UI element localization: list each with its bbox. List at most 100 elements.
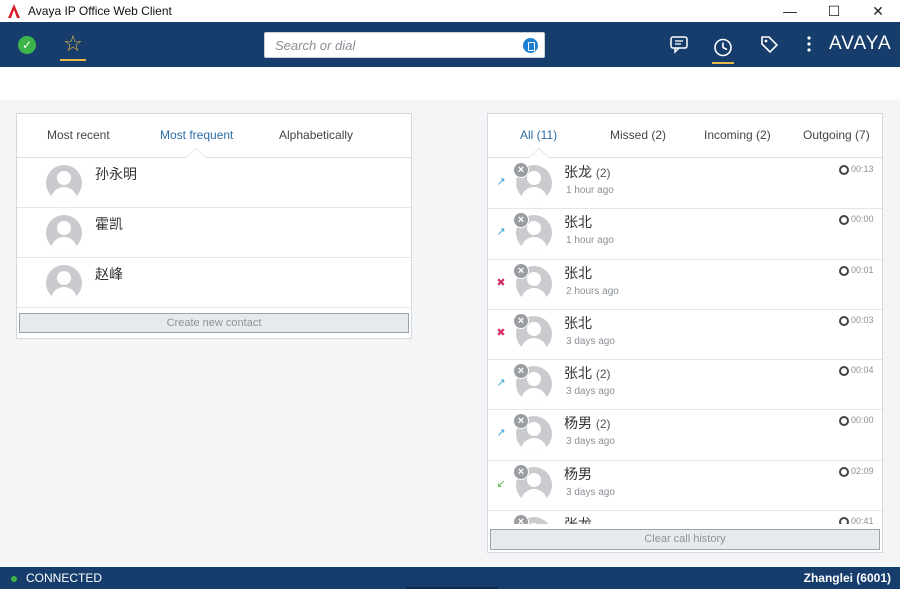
remove-icon[interactable]: × [513,514,529,524]
remove-icon[interactable]: × [513,262,529,279]
call-history-panel: All (11) Missed (2) Incoming (2) Outgoin… [487,113,883,553]
maximize-button[interactable]: ☐ [812,0,856,22]
call-row[interactable]: ↗ × 张北 (2) 3 days ago 00:04 [488,360,882,411]
sub-bar [0,67,900,100]
clock-icon [839,416,849,427]
close-button[interactable]: ✕ [856,0,900,22]
call-row[interactable]: ↗×张龙 00:41 [488,511,882,524]
call-duration: 00:01 [851,264,874,275]
call-row[interactable]: ✖ × 张北 2 hours ago 00:01 [488,260,882,310]
call-name: 张北 [564,214,592,231]
contact-row[interactable]: 孙永明 [17,158,411,208]
check-circle-icon[interactable]: ✓ [18,36,36,54]
call-row[interactable]: ↗ × 杨男 (2) 3 days ago 00:00 [488,410,882,461]
call-duration: 00:03 [851,314,874,325]
avatar [46,215,82,251]
call-missed-icon: ✖ [496,276,506,289]
call-row[interactable]: ↗ × 张龙 (2) 1 hour ago 00:13 [488,159,882,210]
status-bar: CONNECTED Zhanglei (6001) [0,567,900,589]
call-time: 3 days ago [566,335,615,347]
contact-name: 霍凯 [95,216,123,232]
call-name: 张龙 (2) [564,164,611,180]
call-name: 张龙 [564,514,592,524]
call-time: 1 hour ago [566,185,614,196]
contact-row[interactable]: 赵峰 [17,258,411,308]
tab-outgoing[interactable]: Outgoing (7) [803,128,870,142]
current-user: Zhanglei (6001) [803,571,891,585]
tab-most-frequent[interactable]: Most frequent [160,128,233,142]
call-duration: 00:41 [851,516,874,524]
contacts-tabs: Most recent Most frequent Alphabetically [17,114,411,158]
call-outgoing-icon: ↗ [496,427,506,440]
call-duration: 02:09 [851,465,874,476]
call-time: 1 hour ago [566,235,614,247]
call-duration: 00:04 [851,365,874,376]
call-count: (2) [595,166,611,180]
tab-most-recent[interactable]: Most recent [47,128,110,142]
call-count: (2) [595,367,611,382]
clock-icon [839,265,849,276]
call-time: 2 hours ago [566,285,619,297]
call-duration: 00:13 [851,164,874,174]
connection-status: CONNECTED [26,571,103,585]
remove-icon[interactable]: × [513,162,529,178]
call-missed-icon: ✖ [496,326,506,339]
top-nav: ✓ ☆ AVAYA [0,22,900,67]
call-count: (2) [595,417,611,432]
contacts-panel: Most recent Most frequent Alphabetically… [16,113,412,339]
tag-icon[interactable] [758,33,780,55]
minimize-button[interactable]: — [768,0,812,22]
call-incoming-icon: ↙ [496,477,506,490]
call-tabs: All (11) Missed (2) Incoming (2) Outgoin… [488,114,882,158]
clock-icon [839,517,849,524]
call-name: 张北 [564,264,592,281]
call-name: 杨男 [564,465,592,482]
clear-history-button[interactable]: Clear call history [490,529,880,550]
call-name: 杨男 (2) [564,415,611,432]
connection-status-icon [11,576,17,582]
contact-name: 赵峰 [95,266,123,282]
call-list[interactable]: ↗ × 张龙 (2) 1 hour ago 00:13 ↗ × 张北 1 hour ago 00… [488,159,882,524]
star-icon[interactable]: ☆ [60,31,86,61]
contact-row[interactable]: 霍凯 [17,208,411,258]
active-tab-indicator [185,148,207,158]
clock-icon [839,215,849,226]
call-outgoing-icon: ↗ [496,377,506,390]
create-contact-button[interactable]: Create new contact [19,313,409,333]
call-time: 3 days ago [566,386,615,398]
call-duration: 00:00 [851,214,874,225]
clock-icon [839,466,849,477]
search-input[interactable] [275,33,515,57]
avatar [46,265,82,301]
avatar [46,165,82,201]
clock-icon [839,315,849,326]
tab-alphabetically[interactable]: Alphabetically [279,128,353,142]
clock-icon [839,366,849,377]
tab-all[interactable]: All (11) [520,128,557,142]
active-tab-indicator [528,148,550,158]
window-title: Avaya IP Office Web Client [28,4,172,18]
dial-icon[interactable] [523,38,538,53]
tab-missed[interactable]: Missed (2) [610,128,666,142]
remove-icon[interactable]: × [513,312,529,329]
search-box [264,32,545,58]
call-name: 张北 (2) [564,365,611,382]
call-outgoing-icon: ↗ [496,226,506,239]
clock-history-icon[interactable] [712,33,734,64]
contact-name: 孙永明 [95,166,137,182]
call-row[interactable]: ↙ × 杨男 3 days ago 02:09 [488,461,882,512]
more-vert-icon[interactable] [803,33,815,55]
chat-icon[interactable] [668,33,690,55]
call-time: 3 days ago [566,486,615,498]
call-row[interactable]: ↗ × 张北 1 hour ago 00:00 [488,209,882,260]
remove-icon[interactable]: × [513,463,529,480]
avaya-logo: AVAYA [829,33,892,54]
avaya-app-icon [8,4,20,18]
call-name: 张北 [564,314,592,331]
call-time: 3 days ago [566,436,615,448]
call-outgoing-icon: ↗ [496,176,506,188]
tab-incoming[interactable]: Incoming (2) [704,128,771,142]
call-duration: 00:00 [851,415,874,426]
clock-icon [839,165,849,175]
call-row[interactable]: ✖ × 张北 3 days ago 00:03 [488,310,882,361]
